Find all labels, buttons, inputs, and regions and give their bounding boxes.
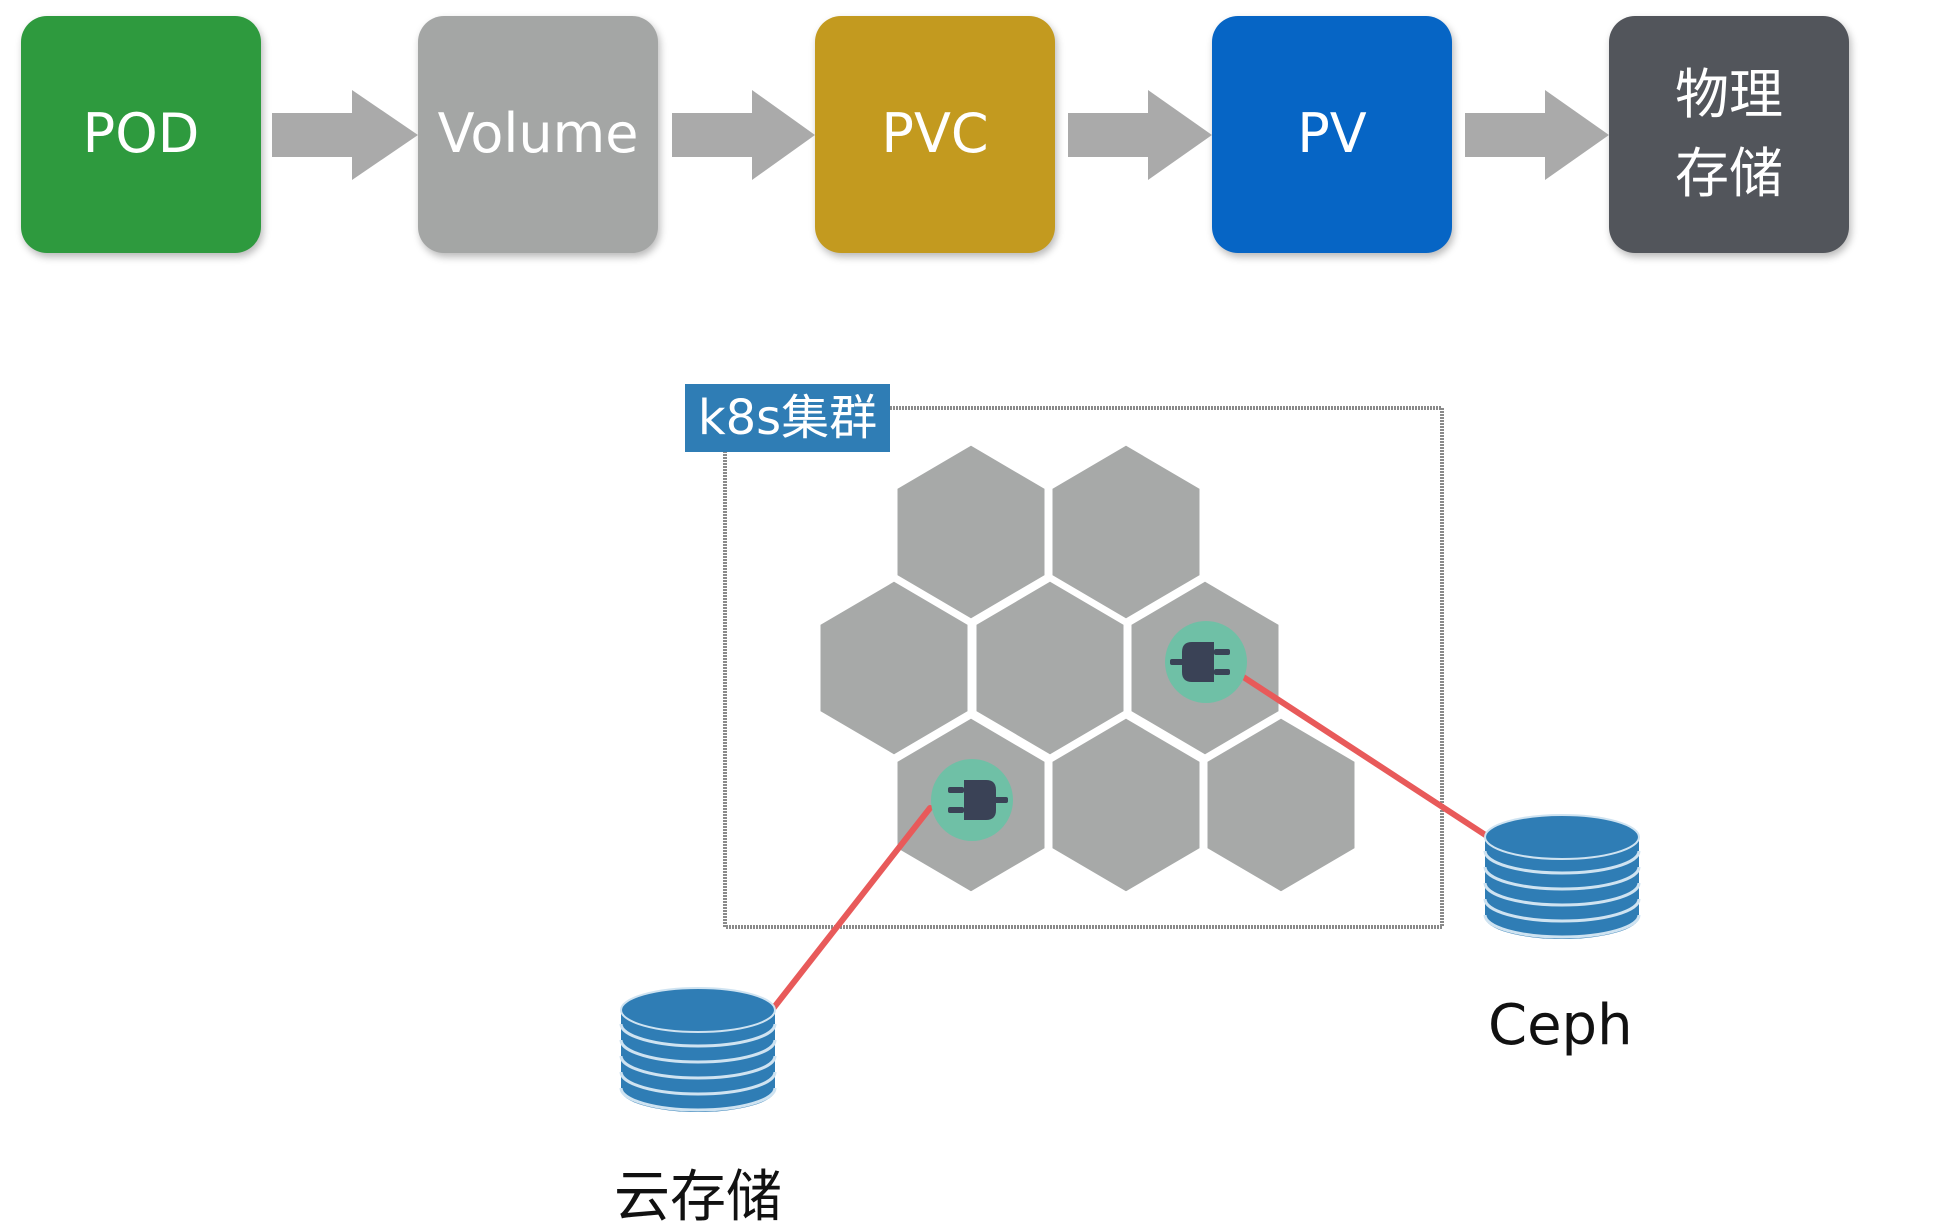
connector-cloud-line	[769, 805, 933, 1013]
ceph-label: Ceph	[1488, 993, 1633, 1058]
plug-icon	[931, 759, 1013, 841]
cluster-nodes	[817, 442, 1358, 895]
diagram-graphics	[272, 90, 1641, 1112]
cloud-storage-label: 云存储	[614, 1165, 782, 1230]
arrow-pvc-pv	[1068, 90, 1212, 180]
flow-arrows	[272, 90, 1609, 180]
k8s-cluster-label: k8s集群	[685, 384, 890, 452]
ceph-database-icon	[1483, 814, 1641, 939]
cloud-storage-database-icon	[619, 987, 777, 1112]
diagram-canvas: POD Volume PVC PV 物理 存储 k8s集群 Ceph 云存储	[0, 0, 1958, 1230]
arrow-pv-storage	[1465, 90, 1609, 180]
arrow-pod-volume	[272, 90, 418, 180]
plug-icon	[1165, 621, 1247, 703]
arrow-volume-pvc	[672, 90, 815, 180]
